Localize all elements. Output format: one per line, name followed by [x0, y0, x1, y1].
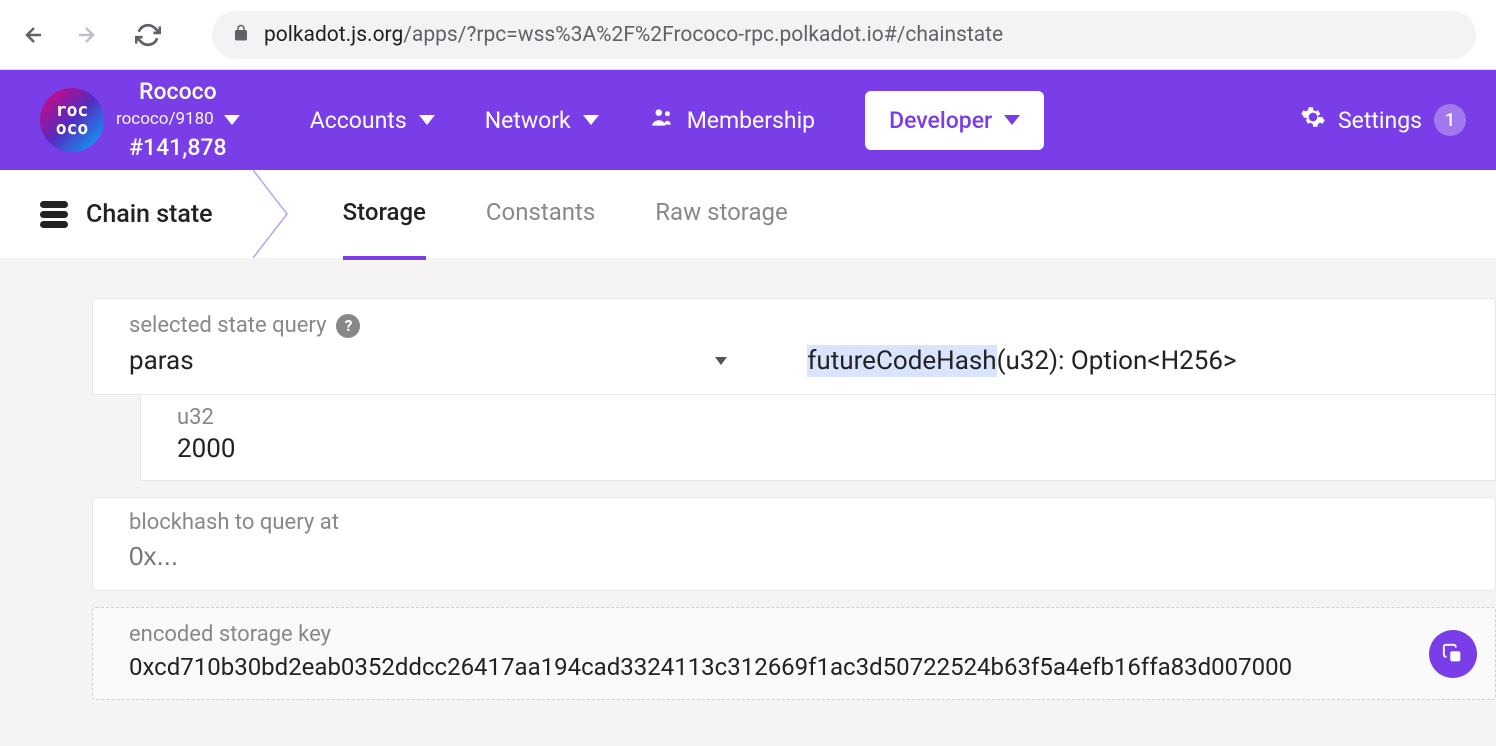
sub-navigation: Chain state Storage Constants Raw storag… [0, 170, 1496, 258]
module-dropdown[interactable]: paras [129, 346, 767, 376]
param-card: u32 2000 [140, 395, 1496, 481]
block-number: #141,878 [129, 132, 226, 164]
help-icon[interactable]: ? [336, 314, 360, 338]
lock-icon [232, 23, 250, 47]
nav-arrows [20, 21, 162, 49]
nav-developer[interactable]: Developer [865, 91, 1044, 150]
chain-logo: roc oco [40, 88, 104, 152]
nav-items: Accounts Network Membership Developer [310, 91, 1044, 150]
forward-button[interactable] [72, 21, 100, 49]
chevron-down-icon [715, 357, 727, 365]
method-signature: (u32): Option<H256> [997, 346, 1237, 376]
settings-badge: 1 [1434, 104, 1466, 136]
chain-spec: rococo/9180 [116, 108, 214, 132]
chevron-down-icon [583, 115, 599, 125]
back-button[interactable] [20, 21, 48, 49]
gear-icon [1300, 104, 1326, 136]
copy-icon [1442, 643, 1464, 665]
main-content: selected state query ? paras futureCodeH… [0, 258, 1496, 700]
tab-storage[interactable]: Storage [343, 198, 426, 230]
app-header: roc oco Rococo rococo/9180 #141,878 Acco… [0, 70, 1496, 170]
module-value: paras [129, 346, 194, 376]
page-title: Chain state [0, 200, 263, 229]
query-selector-card: selected state query ? paras futureCodeH… [92, 298, 1496, 395]
blockhash-card: blockhash to query at [92, 497, 1496, 591]
url-path: /apps/?rpc=wss%3A%2F%2Frococo-rpc.polkad… [403, 23, 1003, 47]
chevron-down-icon [1004, 115, 1020, 125]
nav-settings[interactable]: Settings 1 [1300, 104, 1466, 136]
encoded-key-value: 0xcd710b30bd2eab0352ddcc26417aa194cad332… [129, 653, 1459, 681]
encoded-key-label: encoded storage key [129, 622, 1459, 647]
browser-toolbar: polkadot.js.org/apps/?rpc=wss%3A%2F%2Fro… [0, 0, 1496, 70]
chain-name: Rococo [139, 76, 217, 108]
reload-button[interactable] [134, 21, 162, 49]
nav-membership[interactable]: Membership [649, 104, 815, 136]
breadcrumb-divider [263, 170, 303, 258]
blockhash-input[interactable] [129, 541, 1459, 572]
method-name: futureCodeHash [807, 345, 996, 377]
tab-constants[interactable]: Constants [486, 198, 595, 230]
tab-raw-storage[interactable]: Raw storage [655, 198, 787, 230]
chevron-down-icon [419, 115, 435, 125]
blockhash-label: blockhash to query at [129, 510, 1459, 535]
chevron-down-icon [224, 115, 240, 125]
copy-button[interactable] [1429, 630, 1477, 678]
tab-list: Storage Constants Raw storage [343, 198, 788, 230]
nav-accounts[interactable]: Accounts [310, 107, 435, 134]
nav-network[interactable]: Network [485, 107, 599, 134]
chain-selector[interactable]: roc oco Rococo rococo/9180 #141,878 [0, 76, 260, 164]
url-domain: polkadot.js.org [264, 23, 403, 47]
query-label: selected state query ? [129, 313, 1459, 338]
param-input[interactable]: 2000 [177, 434, 1459, 464]
method-dropdown[interactable]: futureCodeHash(u32): Option<H256> [807, 346, 1236, 376]
people-icon [649, 104, 675, 136]
param-type-label: u32 [177, 405, 1459, 430]
url-text: polkadot.js.org/apps/?rpc=wss%3A%2F%2Fro… [264, 23, 1003, 47]
chain-info: Rococo rococo/9180 #141,878 [116, 76, 240, 164]
database-icon [40, 201, 68, 228]
encoded-key-card: encoded storage key 0xcd710b30bd2eab0352… [92, 607, 1496, 700]
address-bar[interactable]: polkadot.js.org/apps/?rpc=wss%3A%2F%2Fro… [212, 11, 1476, 59]
